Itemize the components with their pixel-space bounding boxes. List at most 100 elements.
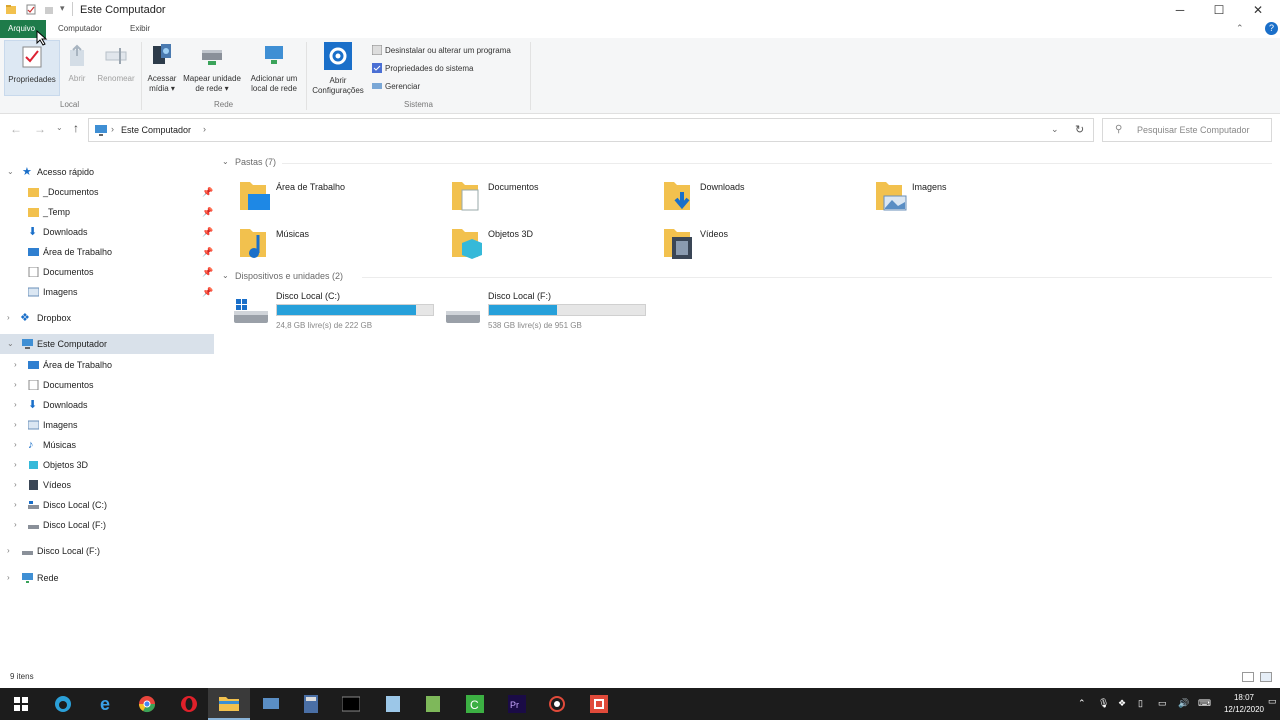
taskbar-clock[interactable]: 18:07 12/12/2020: [1216, 692, 1272, 716]
folders-collapse-icon[interactable]: ⌄: [222, 157, 229, 166]
chevron-right-icon[interactable]: ›: [7, 541, 10, 561]
address-bar[interactable]: › Este Computador › ⌄ ↻: [88, 118, 1094, 142]
uninstall-program-button[interactable]: Desinstalar ou alterar um programa: [372, 45, 511, 55]
taskbar-chrome[interactable]: [126, 688, 168, 720]
properties-quick-icon[interactable]: [26, 4, 36, 15]
breadcrumb-este-computador[interactable]: Este Computador: [121, 125, 191, 135]
taskbar-app-5[interactable]: [250, 688, 292, 720]
folder-objetos-3d[interactable]: Objetos 3D: [450, 225, 650, 269]
manage-button[interactable]: Gerenciar: [372, 81, 420, 91]
tray-chevron-up-icon[interactable]: ⌃: [1078, 698, 1088, 710]
chevron-right-icon[interactable]: ›: [14, 395, 17, 415]
refresh-icon[interactable]: ↻: [1075, 123, 1084, 136]
battery-icon[interactable]: ▯: [1138, 698, 1148, 710]
taskbar-premiere[interactable]: Pr: [496, 688, 538, 720]
taskbar-opera[interactable]: [168, 688, 210, 720]
sidebar-item-area-de-trabalho-quick[interactable]: Área de Trabalho 📌: [0, 242, 214, 262]
sidebar-item-downloads-quick[interactable]: ⬇ Downloads 📌: [0, 222, 214, 242]
pin-icon[interactable]: 📌: [202, 282, 213, 302]
pin-icon[interactable]: 📌: [202, 262, 213, 282]
folder-imagens[interactable]: Imagens: [874, 178, 1074, 222]
taskbar-app-8[interactable]: [372, 688, 414, 720]
system-properties-button[interactable]: Propriedades do sistema: [372, 63, 474, 73]
notifications-icon[interactable]: ▭: [1268, 696, 1278, 708]
sidebar-item-rede[interactable]: › Rede: [0, 568, 214, 588]
back-arrow-icon[interactable]: ←: [10, 122, 22, 136]
large-icons-view-icon[interactable]: [1260, 672, 1272, 682]
drive-disco-local-c[interactable]: Disco Local (C:) 24,8 GB livre(s) de 222…: [232, 291, 442, 331]
folder-musicas[interactable]: Músicas: [238, 225, 438, 269]
taskbar-camtasia[interactable]: C: [454, 688, 496, 720]
sidebar-item-area-de-trabalho[interactable]: › Área de Trabalho: [0, 355, 214, 375]
forward-arrow-icon[interactable]: →: [34, 122, 46, 136]
pin-icon[interactable]: 📌: [202, 242, 213, 262]
chevron-right-icon[interactable]: ›: [14, 355, 17, 375]
devices-collapse-icon[interactable]: ⌄: [222, 271, 229, 280]
taskbar-calculator[interactable]: [290, 688, 332, 720]
chevron-right-icon[interactable]: ›: [14, 435, 17, 455]
collapse-ribbon-icon[interactable]: ⌃: [1236, 23, 1244, 34]
maximize-button[interactable]: ☐: [1199, 0, 1239, 20]
network-tray-icon[interactable]: ▭: [1158, 698, 1168, 710]
tab-exibir[interactable]: Exibir: [122, 20, 158, 38]
sidebar-item-este-computador[interactable]: ⌄ Este Computador: [0, 334, 214, 354]
taskbar-app-9[interactable]: [412, 688, 454, 720]
map-drive-button[interactable]: Mapear unidade de rede ▾: [180, 42, 244, 94]
microphone-icon[interactable]: 🎙: [1098, 698, 1109, 710]
folder-area-de-trabalho[interactable]: Área de Trabalho: [238, 178, 438, 222]
chevron-right-icon[interactable]: ›: [7, 568, 10, 588]
chevron-right-icon[interactable]: ›: [14, 495, 17, 515]
sidebar-item-dropbox[interactable]: › ❖ Dropbox: [0, 308, 214, 328]
close-button[interactable]: ✕: [1238, 0, 1278, 20]
sidebar-item-documentos-pasta[interactable]: _Documentos 📌: [0, 182, 214, 202]
chevron-right-icon[interactable]: ›: [14, 375, 17, 395]
chevron-right-icon[interactable]: ›: [14, 415, 17, 435]
folder-documentos[interactable]: Documentos: [450, 178, 650, 222]
new-folder-quick-icon[interactable]: [44, 4, 54, 15]
sidebar-item-imagens-quick[interactable]: Imagens 📌: [0, 282, 214, 302]
start-button[interactable]: [0, 688, 42, 720]
chevron-right-icon[interactable]: ›: [14, 475, 17, 495]
sidebar-item-documentos-quick[interactable]: Documentos 📌: [0, 262, 214, 282]
folders-section-header[interactable]: Pastas (7): [235, 157, 276, 167]
tab-computador[interactable]: Computador: [50, 20, 110, 38]
volume-icon[interactable]: 🔊: [1178, 698, 1189, 710]
details-view-icon[interactable]: [1242, 672, 1254, 682]
pin-icon[interactable]: 📌: [202, 222, 213, 242]
folder-downloads[interactable]: Downloads: [662, 178, 862, 222]
taskbar-edge[interactable]: [42, 688, 84, 720]
open-button[interactable]: Abrir: [64, 44, 90, 84]
taskbar-file-explorer[interactable]: [208, 688, 250, 720]
up-arrow-icon[interactable]: ↑: [73, 121, 79, 135]
keyboard-icon[interactable]: ⌨: [1198, 698, 1211, 710]
sidebar-item-musicas[interactable]: › ♪ Músicas: [0, 435, 214, 455]
breadcrumb-chevron-icon[interactable]: ›: [111, 124, 114, 134]
sidebar-item-disco-c[interactable]: › Disco Local (C:): [0, 495, 214, 515]
pin-icon[interactable]: 📌: [202, 202, 213, 222]
sidebar-item-disco-f[interactable]: › Disco Local (F:): [0, 515, 214, 535]
chevron-right-icon[interactable]: ›: [14, 455, 17, 475]
chevron-right-icon[interactable]: ›: [7, 308, 10, 328]
quick-access-dropdown-icon[interactable]: ▾: [60, 3, 65, 14]
search-input[interactable]: ⚲ Pesquisar Este Computador: [1102, 118, 1272, 142]
address-dropdown-icon[interactable]: ⌄: [1051, 124, 1059, 135]
minimize-button[interactable]: ─: [1160, 0, 1200, 20]
dropbox-tray-icon[interactable]: ❖: [1118, 698, 1128, 710]
breadcrumb-chevron-icon[interactable]: ›: [203, 124, 206, 134]
help-icon[interactable]: ?: [1265, 22, 1278, 35]
sidebar-item-temp[interactable]: _Temp 📌: [0, 202, 214, 222]
taskbar-app-13[interactable]: [578, 688, 620, 720]
open-settings-button[interactable]: Abrir Configurações: [308, 42, 368, 96]
add-network-location-button[interactable]: Adicionar um local de rede: [246, 42, 302, 94]
chevron-down-icon[interactable]: ⌄: [7, 334, 14, 354]
sidebar-item-videos[interactable]: › Vídeos: [0, 475, 214, 495]
chevron-right-icon[interactable]: ›: [14, 515, 17, 535]
sidebar-item-disco-f-root[interactable]: › Disco Local (F:): [0, 541, 214, 561]
sidebar-item-objetos-3d[interactable]: › Objetos 3D: [0, 455, 214, 475]
taskbar-ie[interactable]: e: [84, 688, 126, 720]
access-media-button[interactable]: Acessar mídia ▾: [144, 42, 180, 94]
pin-icon[interactable]: 📌: [202, 182, 213, 202]
taskbar-app-12[interactable]: [536, 688, 578, 720]
properties-button[interactable]: Propriedades: [4, 40, 60, 96]
rename-button[interactable]: Renomear: [94, 44, 138, 84]
